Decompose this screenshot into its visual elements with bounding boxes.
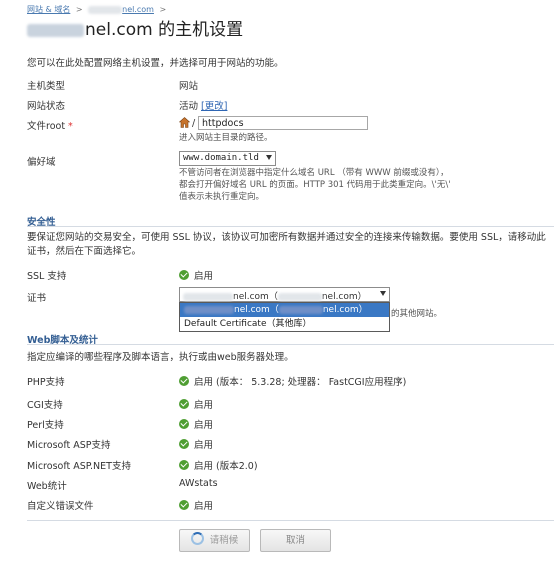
certificate-select[interactable]: nel.com（ nel.com） xyxy=(179,287,390,302)
redacted-text xyxy=(183,292,233,301)
required-marker: * xyxy=(68,121,73,132)
web-feature-label: CGI支持 xyxy=(27,400,63,411)
docroot-hint: 进入网站主目录的路径。 xyxy=(179,133,273,143)
check-icon xyxy=(179,376,189,386)
redacted-text xyxy=(88,5,123,14)
check-icon xyxy=(179,500,189,510)
page-title: nel.com 的主机设置 xyxy=(27,15,243,40)
preferred-domain-hint-3: 值表示未执行重定向。 xyxy=(179,192,265,202)
certificate-selected-domain: nel.com（ xyxy=(233,292,278,302)
web-section-description: 指定应编译的哪些程序及脚本语言，执行或由web服务器处理。 xyxy=(27,352,294,363)
web-feature-value: AWstats xyxy=(179,478,218,489)
spinner-icon xyxy=(190,532,204,545)
chevron-down-icon xyxy=(266,155,272,160)
web-feature-value-text: 启用 xyxy=(194,501,214,512)
certificate-option-tail: nel.com） xyxy=(322,305,368,315)
check-icon xyxy=(179,460,189,470)
preferred-domain-label: 偏好域 xyxy=(27,157,56,168)
web-feature-value-text: 启用 (版本： 5.3.28; 处理器： FastCGI应用程序) xyxy=(194,377,407,388)
certificate-dropdown-list: nel.com（ nel.com） Default Certificate（其他库… xyxy=(179,302,390,332)
section-divider xyxy=(27,344,554,345)
web-feature-label: Microsoft ASP支持 xyxy=(27,440,111,451)
certificate-option-domain: nel.com（ xyxy=(234,305,279,315)
web-feature-label: 自定义错误文件 xyxy=(27,501,94,512)
security-description: 要保证您网站的交易安全，可使用 SSL 协议，该协议可加密所有数据并通过安全的连… xyxy=(27,232,546,257)
check-icon xyxy=(179,419,189,429)
web-feature-value-text: 启用 xyxy=(194,400,214,411)
page-title-text: 的主机设置 xyxy=(152,20,244,40)
ssl-support-value: 启用 xyxy=(179,268,213,282)
site-status-label: 网站状态 xyxy=(27,101,66,112)
web-feature-value: 启用 xyxy=(179,397,213,411)
breadcrumb-separator: > xyxy=(159,5,167,14)
preferred-domain-hint-2: 都会打开偏好域名 URL 的页面。HTTP 301 代码用于此类重定向。\'无\… xyxy=(179,180,451,190)
certificate-label: 证书 xyxy=(27,293,47,304)
web-feature-value-text: 启用 (版本2.0) xyxy=(194,461,258,472)
certificate-selected-tail: nel.com） xyxy=(321,292,367,302)
web-feature-label: Microsoft ASP.NET支持 xyxy=(27,461,131,472)
ssl-support-label: SSL 支持 xyxy=(27,271,67,282)
hosting-type-label: 主机类型 xyxy=(27,81,66,92)
web-feature-value: 启用 xyxy=(179,417,213,431)
web-feature-label: Web统计 xyxy=(27,481,67,492)
web-feature-value: 启用 xyxy=(179,437,213,451)
web-feature-label: Perl支持 xyxy=(27,420,64,431)
change-status-link[interactable]: [更改] xyxy=(201,101,227,112)
ssl-support-text: 启用 xyxy=(194,271,214,282)
redacted-text xyxy=(277,292,322,301)
section-divider xyxy=(27,226,554,227)
certificate-option[interactable]: nel.com（ nel.com） xyxy=(180,303,389,317)
check-icon xyxy=(179,439,189,449)
breadcrumb-link-websites[interactable]: 网站 & 域名 xyxy=(27,5,70,14)
docroot-label: 文件root * xyxy=(27,118,73,132)
web-feature-value-text: AWstats xyxy=(179,478,218,489)
docroot-label-text: 文件root xyxy=(27,121,66,132)
web-feature-value: 启用 (版本： 5.3.28; 处理器： FastCGI应用程序) xyxy=(179,374,406,388)
check-icon xyxy=(179,270,189,280)
certificate-hint: 的其他网站。 xyxy=(391,309,443,319)
docroot-input[interactable] xyxy=(198,116,368,130)
breadcrumb-link-domain[interactable]: nel.com xyxy=(122,5,154,14)
breadcrumb-separator: > xyxy=(75,5,83,14)
wait-button[interactable]: 请稍候 xyxy=(179,529,250,552)
web-feature-value: 启用 (版本2.0) xyxy=(179,458,258,472)
web-feature-value-text: 启用 xyxy=(194,420,214,431)
hosting-type-value: 网站 xyxy=(179,81,199,92)
preferred-domain-hint-1: 不管访问者在浏览器中指定什么域名 URL （带有 WWW 前缀或没有）， xyxy=(179,168,449,178)
preferred-domain-select[interactable]: www.domain.tld xyxy=(179,151,276,166)
redacted-text xyxy=(278,305,323,314)
page-title-domain: nel.com xyxy=(85,20,153,40)
certificate-option-default[interactable]: Default Certificate（其他库） xyxy=(180,317,389,331)
site-status-value: 活动 [更改] xyxy=(179,98,227,112)
button-bar-divider xyxy=(27,520,554,521)
docroot-separator: / xyxy=(192,118,196,129)
web-feature-value: 启用 xyxy=(179,498,213,512)
wait-button-label: 请稍候 xyxy=(209,535,239,546)
site-status-text: 活动 xyxy=(179,101,199,112)
redacted-text xyxy=(27,23,84,37)
home-icon xyxy=(179,117,190,128)
cancel-button[interactable]: 取消 xyxy=(260,529,331,552)
chevron-down-icon xyxy=(380,291,386,296)
preferred-domain-value: www.domain.tld xyxy=(183,153,259,163)
breadcrumb: 网站 & 域名 > nel.com > xyxy=(27,4,169,15)
redacted-text xyxy=(184,305,234,314)
web-feature-value-text: 启用 xyxy=(194,440,214,451)
web-feature-label: PHP支持 xyxy=(27,377,65,388)
intro-text: 您可以在此处配置网络主机设置，并选择可用于网站的功能。 xyxy=(27,58,284,69)
check-icon xyxy=(179,399,189,409)
